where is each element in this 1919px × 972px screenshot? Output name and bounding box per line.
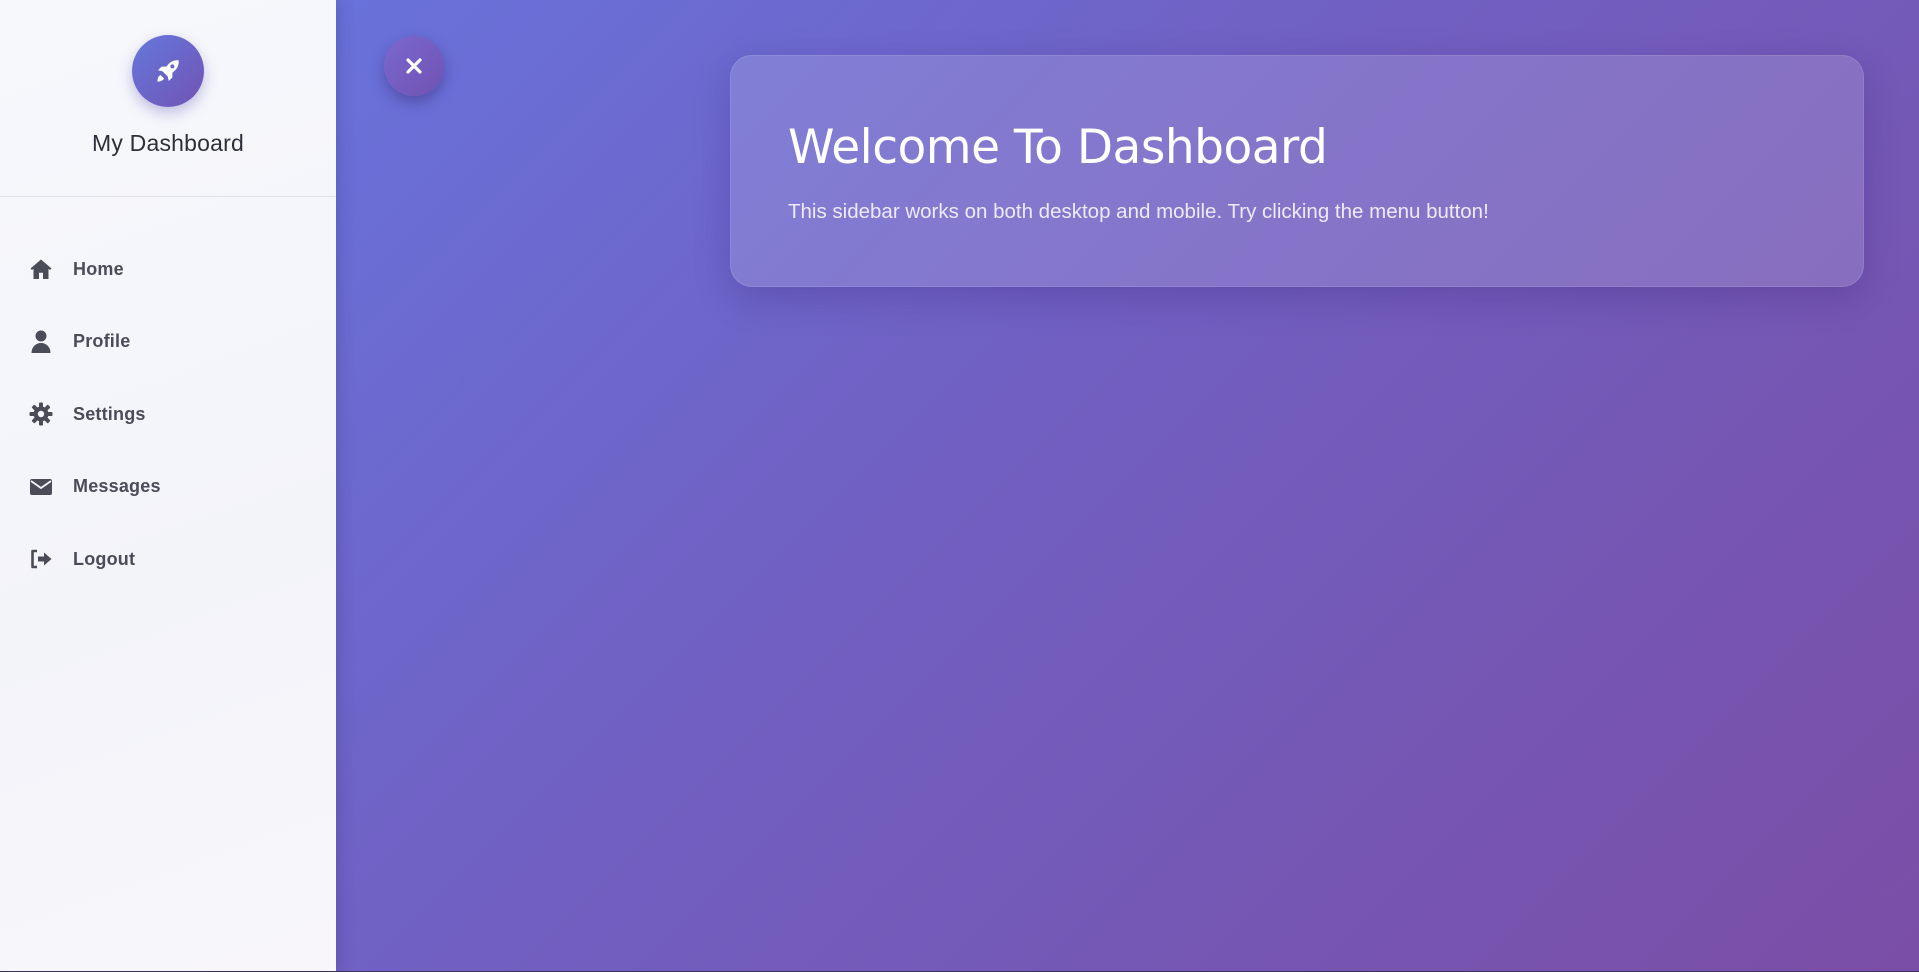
sidebar-item-label: Messages (73, 476, 161, 497)
brand-title: My Dashboard (92, 130, 244, 156)
sidebar-item-label: Settings (73, 403, 146, 424)
welcome-text: This sidebar works on both desktop and m… (788, 200, 1489, 223)
welcome-card: Welcome To Dashboard This sidebar works … (730, 55, 1864, 287)
gear-icon (28, 401, 54, 427)
logout-icon (28, 546, 54, 572)
user-icon (28, 329, 54, 355)
sidebar-item-logout[interactable]: Logout (0, 523, 336, 596)
brand-logo (132, 35, 204, 107)
sidebar-item-label: Profile (73, 331, 131, 352)
sidebar: My Dashboard Home Profile Settings Messa… (0, 0, 336, 971)
sidebar-item-home[interactable]: Home (0, 233, 336, 306)
sidebar-nav: Home Profile Settings Messages Logout (0, 233, 336, 596)
sidebar-brand: My Dashboard (0, 0, 336, 197)
envelope-icon (28, 474, 54, 500)
rocket-icon (157, 60, 179, 82)
close-sidebar-button[interactable] (384, 36, 444, 96)
sidebar-item-profile[interactable]: Profile (0, 306, 336, 379)
welcome-title: Welcome To Dashboard (788, 120, 1328, 175)
sidebar-item-label: Home (73, 258, 124, 279)
home-icon (28, 256, 54, 282)
sidebar-item-messages[interactable]: Messages (0, 451, 336, 524)
close-icon (406, 58, 422, 74)
sidebar-item-settings[interactable]: Settings (0, 378, 336, 451)
sidebar-item-label: Logout (73, 548, 136, 569)
